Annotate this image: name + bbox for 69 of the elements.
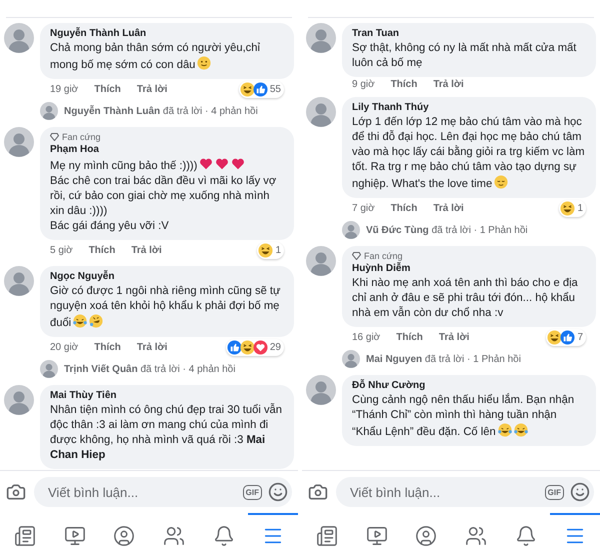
comment-text: Bác chê con trai bác dần đều vì mãi ko lấy vợ rồi, cứ bảo con giai chờ mẹ xuống nhà mình xin dâu :)))): [50, 175, 276, 217]
comment-text: Khi nào mẹ anh xoá tên anh thì báo cho e địa chỉ anh ở đâu e sẽ phi trâu tới đón... hộ khẩu nhà em vẫn còn dư chổ nha :v: [352, 277, 578, 319]
comment-time: 16 giờ: [352, 332, 380, 343]
comment-author[interactable]: Nguyễn Thành Luân: [50, 28, 284, 39]
reply-summary[interactable]: Vũ Đức Tùng đã trả lời · 1 Phản hồi: [366, 224, 528, 236]
comment-text: Nhân tiện mình có ông chú đẹp trai 30 tuổi vẫn độc thân :3 ai làm ơn mang chú của mình đi được không, họ nhà mình vã quá rồi :3 Mai Chan Hiep: [50, 404, 282, 461]
comment-time: 19 giờ: [50, 84, 78, 95]
like-link[interactable]: Thích: [88, 245, 116, 256]
avatar-icon: [306, 23, 336, 53]
reply-summary[interactable]: Mai Nguyen đã trả lời · 1 Phản hồi: [366, 354, 521, 364]
diamond-icon: [50, 133, 59, 141]
avatar-icon: [342, 221, 360, 239]
avatar-icon: [306, 246, 336, 276]
comment-text: Lớp 1 đến lớp 12 mẹ bảo chú tâm vào mà học để thi đỗ đại học. Lên đại học mẹ bảo chú tâm vào mà học lấy cái bằng giỏi ra trg kiếm vc làm tốt. Ra trg r mẹ bảo chú tâm vào tạo dựng sự nghiệp. What's the love time: [352, 116, 585, 190]
avatar-icon: [40, 360, 58, 378]
reply-link[interactable]: Trả lời: [131, 245, 162, 256]
avatar-icon: [4, 127, 34, 157]
reaction-summary[interactable]: 1: [559, 200, 586, 217]
comment-time: 5 giờ: [50, 245, 73, 256]
comment-text: Mẹ ny mình cũng bảo thế :)))): [50, 160, 198, 172]
emoji-icon[interactable]: [268, 482, 288, 502]
camera-icon[interactable]: [308, 482, 328, 502]
comment-time: 9 giờ: [352, 79, 375, 90]
comment-author[interactable]: Mai Thùy Tiên: [50, 390, 284, 401]
comment-time: 7 giờ: [352, 203, 375, 214]
avatar-icon: [4, 266, 34, 296]
camera-icon[interactable]: [6, 482, 26, 502]
reply-link[interactable]: Trả lời: [433, 79, 464, 90]
reaction-summary[interactable]: 29: [226, 339, 284, 356]
reply-link[interactable]: Trả lời: [433, 203, 464, 214]
comment-author[interactable]: Đỗ Như Cường: [352, 380, 586, 391]
avatar-icon: [342, 350, 360, 368]
reaction-summary[interactable]: 55: [238, 81, 284, 98]
like-link[interactable]: Thích: [94, 342, 121, 353]
fan-label: Fan cứng: [364, 251, 403, 261]
reply-link[interactable]: Trả lời: [136, 84, 168, 95]
like-link[interactable]: Thích: [396, 332, 423, 343]
like-link[interactable]: Thích: [390, 203, 418, 214]
comment-author[interactable]: Huỳnh Diễm: [352, 263, 586, 274]
fan-label: Fan cứng: [62, 132, 101, 142]
reply-summary[interactable]: Trịnh Viết Quân đã trả lời · 4 phản hồi: [64, 364, 236, 374]
gif-button[interactable]: GIF: [242, 484, 262, 500]
reply-summary[interactable]: Nguyễn Thành Luân đã trả lời · 4 phản hồi: [64, 106, 258, 116]
reaction-summary[interactable]: 7: [546, 329, 586, 346]
like-link[interactable]: Thích: [94, 84, 121, 95]
reaction-summary[interactable]: 1: [257, 242, 284, 259]
reply-link[interactable]: Trả lời: [136, 342, 168, 353]
gif-button[interactable]: GIF: [544, 484, 564, 500]
like-link[interactable]: Thích: [390, 79, 418, 90]
avatar-icon: [306, 375, 336, 405]
comment-author[interactable]: Lily Thanh Thúy: [352, 102, 586, 113]
comment-text: Sợ thật, không có ny là mất nhà mất cửa mất luôn cả bố mẹ: [352, 42, 576, 69]
comment-field[interactable]: Viết bình luận... GIF: [34, 477, 292, 507]
comment-field[interactable]: Viết bình luận... GIF: [336, 477, 594, 507]
comment-text: Cùng cảnh ngộ nên thấu hiểu lắm. Bạn nhận “Thánh Chỉ” còn mình thì hàng tuần nhận “Khẩu Lệnh” đều đặn. Cố lên: [352, 394, 574, 438]
comment-author[interactable]: Tran Tuan: [352, 28, 586, 39]
comment-text: Bác gái đáng yêu vỡi :V: [50, 220, 169, 232]
comment-text: Chả mong bản thân sớm có người yêu,chỉ mong bố mẹ sớm có con dâu: [50, 42, 260, 71]
comment-author[interactable]: Ngọc Nguyễn: [50, 271, 284, 282]
emoji-icon[interactable]: [570, 482, 590, 502]
comment-text: Giờ có được 1 ngôi nhà riêng mình cũng sẽ tự nguyện xoá tên khỏi hộ khẩu k phải đợi bố mẹ đuổi: [50, 285, 281, 329]
comment-time: 20 giờ: [50, 342, 78, 353]
avatar-icon: [4, 385, 34, 415]
diamond-icon: [352, 252, 361, 260]
avatar-icon: [4, 23, 34, 53]
reply-link[interactable]: Trả lời: [438, 332, 470, 343]
avatar-icon: [306, 97, 336, 127]
comment-author[interactable]: Phạm Hoa: [50, 144, 284, 155]
avatar-icon: [40, 102, 58, 120]
